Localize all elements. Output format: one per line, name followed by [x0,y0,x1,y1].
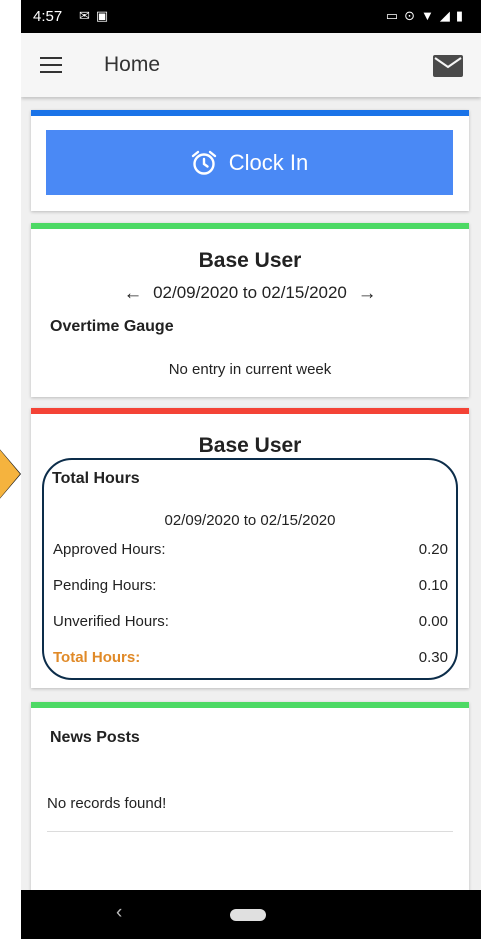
clock-in-card: Clock In [31,110,469,211]
gmail-icon: ✉ [79,8,96,23]
divider [47,831,453,832]
card-accent-bar [31,223,469,229]
status-right-icons: ▭⊙▼◢▮ [386,8,469,24]
overtime-gauge-title: Overtime Gauge [50,318,174,335]
user-name: Base User [198,434,302,457]
app-bar: Home [21,33,481,97]
card-accent-bar [31,408,469,414]
highlight-outline [42,458,458,680]
status-bar: 4:57 ✉▣ ▭⊙▼◢▮ [21,0,481,33]
wifi-icon: ▼ [420,8,440,23]
unverified-hours-value: 0.00 [418,613,448,630]
total-hours-card: Base User Total Hours 02/09/2020 to 02/1… [31,408,469,688]
user-name: Base User [198,249,302,272]
overtime-card: Base User ← 02/09/2020 to 02/15/2020 → O… [31,223,469,397]
location-icon: ⊙ [404,8,421,23]
approved-hours-label: Approved Hours: [53,541,166,558]
alarm-clock-icon [191,150,216,175]
card-accent-bar [31,702,469,708]
news-empty-message: No records found! [47,795,167,812]
menu-icon[interactable] [40,57,62,73]
total-hours-title: Total Hours [52,470,140,487]
arrow-right-icon[interactable]: → [358,283,377,305]
arrow-left-icon[interactable]: ← [123,283,142,305]
system-nav-bar: ‹ [21,890,481,939]
approved-hours-value: 0.20 [418,541,448,558]
total-hours-value: 0.30 [418,649,448,666]
clock-in-label: Clock In [228,149,309,175]
cast-icon: ▭ [385,8,405,23]
overtime-empty-message: No entry in current week [168,361,332,378]
week-navigator: ← 02/09/2020 to 02/15/2020 → [31,283,469,305]
unverified-hours-label: Unverified Hours: [53,613,169,630]
pending-hours-value: 0.10 [418,577,448,594]
week-date-range: 02/09/2020 to 02/15/2020 [153,283,347,302]
mail-icon[interactable] [433,55,463,77]
battery-icon: ▮ [455,8,469,23]
hours-date-range: 02/09/2020 to 02/15/2020 [164,512,336,529]
notification-icon: ▣ [95,8,115,23]
clock-in-button[interactable]: Clock In [46,130,453,195]
home-pill-icon[interactable] [230,909,266,921]
signal-icon: ◢ [439,8,456,23]
news-posts-card: News Posts No records found! [31,702,469,902]
pointer-arrow-icon [0,450,20,498]
back-icon[interactable]: ‹ [116,902,122,924]
page-title: Home [104,53,161,76]
status-time: 4:57 [33,8,63,25]
pending-hours-label: Pending Hours: [53,577,157,594]
news-posts-title: News Posts [50,729,140,746]
app-frame: 4:57 ✉▣ ▭⊙▼◢▮ Home Clock In Base User ← … [21,0,481,939]
card-accent-bar [31,110,469,116]
status-left-icons: ✉▣ [79,8,114,24]
total-hours-label: Total Hours: [53,649,141,666]
